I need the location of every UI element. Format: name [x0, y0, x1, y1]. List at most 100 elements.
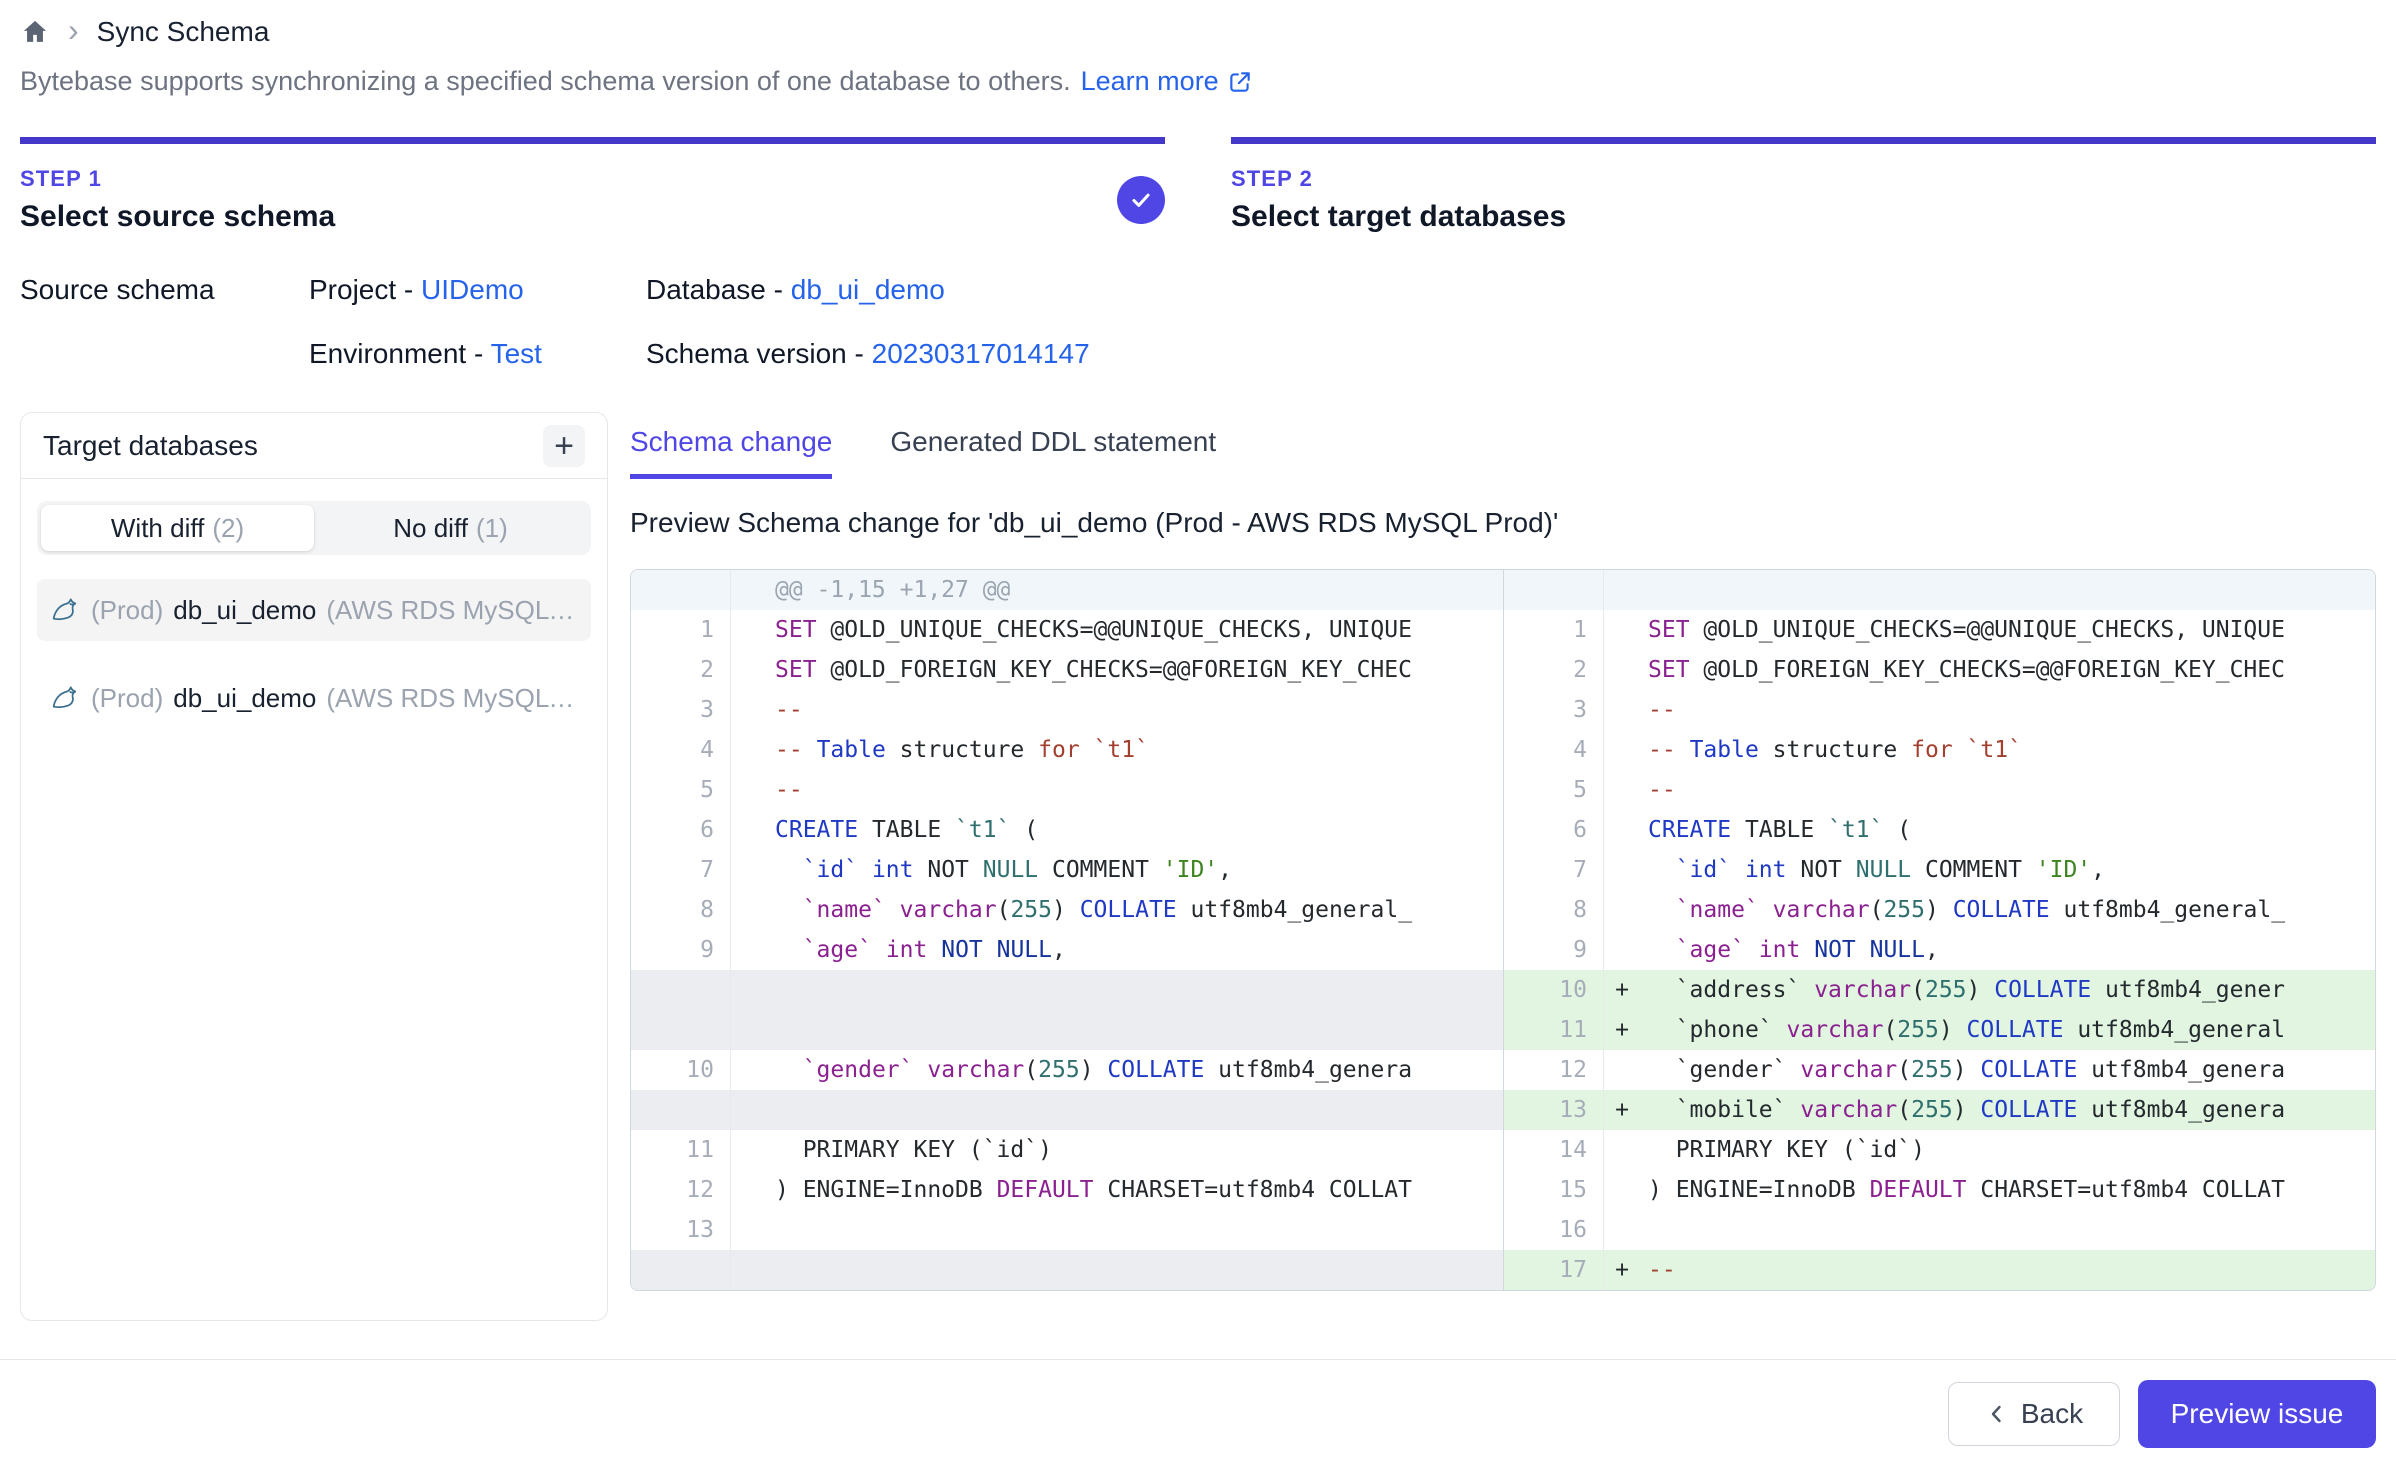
line-number: 5	[631, 770, 731, 810]
code-line: --	[1640, 770, 2375, 810]
tab-with-diff[interactable]: With diff (2)	[41, 505, 314, 551]
diff-marker	[731, 1050, 767, 1090]
code-line	[1640, 1210, 2375, 1250]
diff-row	[631, 1010, 1503, 1050]
line-number: 3	[1504, 690, 1604, 730]
diff-row: 16	[1504, 1210, 2375, 1250]
db-name: db_ui_demo	[173, 595, 316, 626]
line-number: 7	[631, 850, 731, 890]
line-number: 11	[631, 1130, 731, 1170]
diff-row: 13	[631, 1210, 1503, 1250]
diff-row: 5--	[631, 770, 1503, 810]
diff-marker	[731, 1090, 767, 1130]
line-number: 1	[1504, 610, 1604, 650]
diff-row: 10 `gender` varchar(255) COLLATE utf8mb4…	[631, 1050, 1503, 1090]
diff-row: 2SET @OLD_FOREIGN_KEY_CHECKS=@@FOREIGN_K…	[631, 650, 1503, 690]
schema-diff-viewer[interactable]: @@ -1,15 +1,27 @@1 SET @OLD_UNIQUE_CHECKS…	[630, 569, 2376, 1291]
line-number: 8	[631, 890, 731, 930]
diff-marker	[731, 1130, 767, 1170]
line-number: 10	[1504, 970, 1604, 1010]
diff-marker: +	[1604, 1090, 1640, 1130]
diff-marker	[731, 1210, 767, 1250]
tab-schema-change[interactable]: Schema change	[630, 426, 832, 479]
target-database-list: (Prod) db_ui_demo (AWS RDS MySQL Prod) (…	[37, 579, 591, 729]
diff-row: 14 PRIMARY KEY (`id`)	[1504, 1130, 2375, 1170]
line-number: 17	[1504, 1250, 1604, 1290]
list-item-db-1[interactable]: (Prod) db_ui_demo (AWS RDS MySQL Prod)	[37, 579, 591, 641]
code-line: `mobile` varchar(255) COLLATE utf8mb4_ge…	[1640, 1090, 2375, 1130]
chevron-left-icon	[1985, 1402, 2009, 1426]
project-link[interactable]: UIDemo	[421, 274, 524, 305]
diff-row	[631, 970, 1503, 1010]
with-diff-count: (2)	[212, 513, 244, 544]
mysql-icon	[49, 594, 81, 626]
code-line: `name` varchar(255) COLLATE utf8mb4_gene…	[1640, 890, 2375, 930]
preview-issue-button[interactable]: Preview issue	[2138, 1380, 2376, 1448]
diff-row: 3--	[631, 690, 1503, 730]
no-diff-count: (1)	[476, 513, 508, 544]
diff-marker	[731, 650, 767, 690]
line-number: 10	[631, 1050, 731, 1090]
schema-version-field: Schema version - 20230317014147	[646, 338, 2376, 370]
diff-marker	[731, 610, 767, 650]
code-line	[767, 1010, 1503, 1050]
diff-marker	[731, 970, 767, 1010]
chevron-right-icon: ›	[68, 14, 79, 46]
list-item-db-2[interactable]: (Prod) db_ui_demo (AWS RDS MySQL Prod)	[37, 667, 591, 729]
diff-marker: +	[1604, 1010, 1640, 1050]
page-description: Bytebase supports synchronizing a specif…	[20, 66, 2376, 97]
add-target-database-button[interactable]: +	[543, 425, 585, 467]
diff-row: 8 `name` varchar(255) COLLATE utf8mb4_ge…	[631, 890, 1503, 930]
diff-row: 1 SET @OLD_UNIQUE_CHECKS=@@UNIQUE_CHECKS,…	[1504, 610, 2375, 650]
preview-tabs: Schema change Generated DDL statement	[630, 426, 2376, 479]
diff-row: 8 `name` varchar(255) COLLATE utf8mb4_ge…	[1504, 890, 2375, 930]
diff-row: 3--	[1504, 690, 2375, 730]
tab-no-diff[interactable]: No diff (1)	[314, 505, 587, 551]
line-number: 15	[1504, 1170, 1604, 1210]
line-number: 4	[1504, 730, 1604, 770]
step-1-label: STEP 1	[20, 166, 335, 192]
line-number	[631, 1090, 731, 1130]
description-text: Bytebase supports synchronizing a specif…	[20, 66, 1071, 97]
footer-actions: Back Preview issue	[0, 1360, 2396, 1448]
line-number: 11	[1504, 1010, 1604, 1050]
diff-marker	[1604, 1210, 1640, 1250]
line-number	[631, 570, 731, 610]
preview-title: Preview Schema change for 'db_ui_demo (P…	[630, 507, 2376, 539]
diff-marker	[731, 1170, 767, 1210]
project-field: Project - UIDemo	[309, 274, 646, 306]
diff-marker	[1604, 930, 1640, 970]
diff-marker: +	[1604, 970, 1640, 1010]
code-line: `age` int NOT NULL,	[1640, 930, 2375, 970]
source-schema-section: Source schema Project - UIDemo Database …	[20, 274, 2376, 370]
learn-more-link[interactable]: Learn more	[1081, 66, 1253, 97]
diff-row: 11+ `phone` varchar(255) COLLATE utf8mb4…	[1504, 1010, 2375, 1050]
environment-link[interactable]: Test	[491, 338, 542, 369]
code-line: ) ENGINE=InnoDB DEFAULT CHARSET=utf8mb4 …	[767, 1170, 1503, 1210]
step-1-title: Select source schema	[20, 200, 335, 234]
line-number	[631, 970, 731, 1010]
diff-row: 12 `gender` varchar(255) COLLATE utf8mb4…	[1504, 1050, 2375, 1090]
diff-marker	[731, 1250, 767, 1290]
diff-marker	[1604, 810, 1640, 850]
code-line: PRIMARY KEY (`id`)	[1640, 1130, 2375, 1170]
diff-row: 6CREATE TABLE `t1` (	[1504, 810, 2375, 850]
code-line: @@ -1,15 +1,27 @@	[767, 570, 1503, 610]
line-number: 6	[631, 810, 731, 850]
diff-marker: +	[1604, 1250, 1640, 1290]
code-line: `id` int NOT NULL COMMENT 'ID',	[1640, 850, 2375, 890]
breadcrumb: › Sync Schema	[20, 0, 2376, 48]
tab-generated-ddl[interactable]: Generated DDL statement	[890, 426, 1216, 479]
diff-marker	[731, 810, 767, 850]
code-line: -- Table structure for `t1`	[767, 730, 1503, 770]
home-icon[interactable]	[20, 18, 50, 46]
schema-version-link[interactable]: 20230317014147	[872, 338, 1090, 369]
code-line: `gender` varchar(255) COLLATE utf8mb4_ge…	[1640, 1050, 2375, 1090]
db-env: (Prod)	[91, 595, 163, 626]
code-line: SET @OLD_FOREIGN_KEY_CHECKS=@@FOREIGN_KE…	[767, 650, 1503, 690]
back-button[interactable]: Back	[1948, 1382, 2120, 1446]
diff-row: 13+ `mobile` varchar(255) COLLATE utf8mb…	[1504, 1090, 2375, 1130]
database-link[interactable]: db_ui_demo	[791, 274, 945, 305]
diff-marker	[1604, 1130, 1640, 1170]
code-line: SET @OLD_UNIQUE_CHECKS=@@UNIQUE_CHECKS, …	[1640, 610, 2375, 650]
